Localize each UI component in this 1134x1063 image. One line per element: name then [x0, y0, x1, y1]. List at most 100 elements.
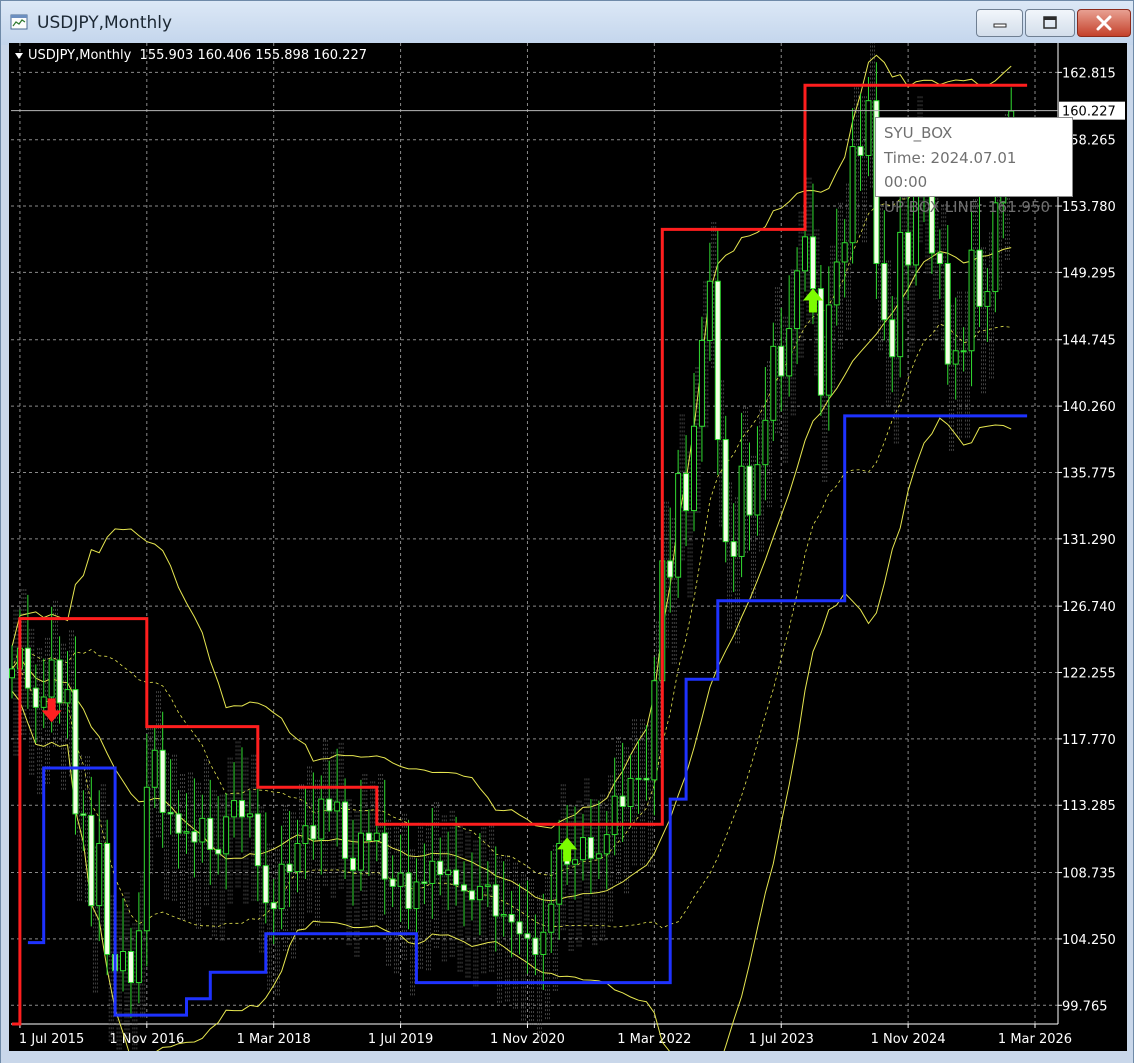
y-tick-label: 113.285: [1062, 799, 1116, 814]
candle-body: [905, 231, 912, 266]
candle-body: [318, 798, 325, 840]
candle-body: [294, 842, 301, 873]
chart-window: USDJPY,Monthly 162.815 158.265 153.780 149.…: [0, 0, 1134, 1063]
maximize-button[interactable]: [1025, 9, 1075, 37]
y-tick-label: 149.295: [1062, 266, 1116, 281]
candle-body: [706, 280, 713, 341]
candle-body: [342, 801, 349, 859]
candle-body: [675, 473, 682, 578]
x-tick-label: 1 Mar 2022: [617, 1032, 691, 1047]
candle-body: [786, 328, 793, 377]
x-tick-label: 1 Mar 2018: [237, 1032, 311, 1047]
title-bar[interactable]: USDJPY,Monthly: [1, 1, 1133, 45]
candle-body: [627, 777, 634, 807]
candle-body: [651, 680, 658, 781]
candle-body: [262, 865, 269, 904]
y-tick-label: 140.260: [1062, 400, 1116, 415]
tooltip-value: UP BOX LINE: 161.950: [884, 197, 1051, 216]
candle-body: [64, 689, 71, 704]
candle-body: [24, 647, 31, 689]
candle-body: [611, 795, 618, 836]
candle-body: [889, 319, 896, 358]
candle-body: [849, 146, 856, 244]
candle-body: [104, 842, 111, 955]
candle-body: [579, 837, 586, 861]
y-tick-label: 131.290: [1062, 533, 1116, 548]
candle-body: [135, 930, 142, 984]
x-tick-label: 1 Jul 2015: [19, 1032, 84, 1047]
candle-body: [976, 249, 983, 307]
candle-body: [151, 749, 158, 788]
candle-body: [794, 270, 801, 330]
candle-body: [667, 560, 674, 578]
candle-body: [833, 261, 840, 306]
maximize-icon: [1043, 16, 1057, 29]
candle-body: [310, 825, 317, 840]
candle-body: [334, 801, 341, 812]
tooltip-indicator-name: SYU_BOX: [884, 124, 953, 142]
candle-body: [897, 231, 904, 358]
candle-body: [683, 473, 690, 512]
tooltip-time: Time: 2024.07.01 00:00: [884, 148, 1017, 192]
candle-body: [405, 872, 412, 910]
upper-band-line: [11, 54, 1012, 829]
y-tick-label: 122.255: [1062, 667, 1116, 682]
candle-body: [476, 885, 483, 901]
candle-body: [223, 816, 230, 855]
candle-body: [944, 262, 951, 365]
candle-body: [191, 831, 198, 843]
x-tick-label: 1 Mar 2026: [998, 1032, 1072, 1047]
y-tick-label: 99.765: [1062, 999, 1108, 1014]
candle-body: [730, 541, 737, 557]
candle-body: [32, 687, 39, 708]
candle-body: [357, 832, 364, 871]
x-tick-label: 1 Nov 2016: [109, 1032, 184, 1047]
candle-body: [246, 813, 253, 818]
candle-body: [936, 252, 943, 264]
candle-body: [691, 425, 697, 512]
candle-body: [9, 668, 15, 679]
candle-body: [532, 937, 539, 955]
candle-body: [548, 903, 555, 933]
candle-body: [461, 884, 468, 892]
candle-body: [817, 288, 824, 396]
y-tick-label: 126.740: [1062, 600, 1116, 615]
candle-body: [286, 863, 293, 873]
candle-body: [500, 914, 507, 917]
y-tick-label: 104.250: [1062, 933, 1116, 948]
minimize-button[interactable]: [976, 9, 1023, 37]
chart-area[interactable]: 162.815 158.265 153.780 149.295 144.745 140.2…: [9, 43, 1127, 1051]
close-icon: [1096, 15, 1112, 31]
candle-body: [841, 242, 848, 263]
candle-body: [381, 832, 388, 880]
candle-body: [508, 914, 515, 923]
candle-body: [159, 749, 166, 813]
minimize-icon: [993, 23, 1006, 28]
chart-info-dropdown-icon[interactable]: [15, 52, 23, 59]
candle-body: [635, 777, 642, 780]
candle-body: [738, 465, 745, 557]
y-tick-label: 153.780: [1062, 200, 1116, 215]
candle-body: [278, 863, 285, 910]
candle-body: [516, 921, 523, 935]
candle-body: [595, 853, 602, 859]
candle-body: [48, 659, 55, 698]
candle-body: [231, 800, 238, 818]
candle-body: [143, 786, 150, 932]
candle-body: [175, 813, 182, 834]
candle-body: [572, 859, 579, 865]
candle-body: [238, 800, 245, 818]
candle-body: [429, 860, 436, 884]
candle-body: [88, 814, 95, 907]
candle-body: [492, 884, 499, 917]
candle-body: [825, 304, 832, 396]
candle-body: [453, 869, 460, 886]
candle-body: [556, 842, 563, 905]
candle-body: [746, 465, 753, 516]
close-button[interactable]: [1077, 9, 1131, 37]
lower-inner-band-line: [12, 323, 1012, 929]
x-tick-label: 1 Jul 2019: [368, 1032, 433, 1047]
candle-body: [643, 777, 650, 781]
candle-body: [714, 280, 721, 441]
window-bottom-border: [1, 1051, 1133, 1063]
